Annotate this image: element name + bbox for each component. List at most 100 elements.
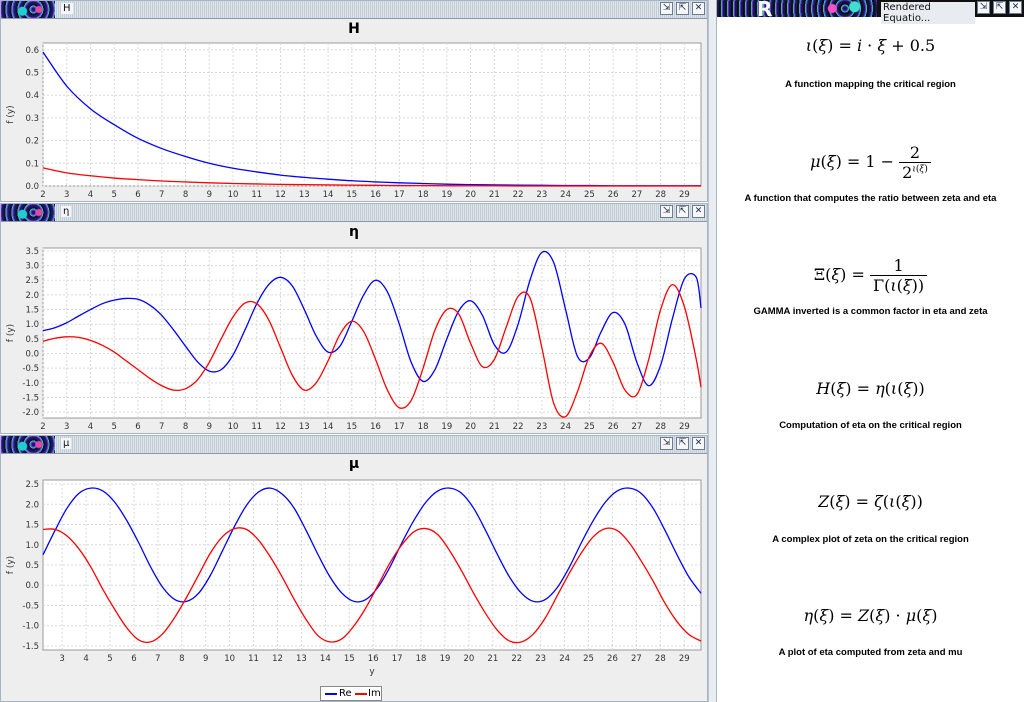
restore-icon[interactable]: ⇲: [660, 205, 673, 218]
chart-window-mu: μ ⇲ ⇱ ✕ μ 3 4 5 6 7 8 9 10 11 12 13 14 15 16 17 18 19 20 2…: [0, 435, 708, 702]
x-tick-label: 2: [40, 190, 45, 200]
x-tick-label: 10: [228, 422, 239, 432]
x-tick-label: 13: [296, 654, 307, 664]
y-tick-label: 2.0: [25, 291, 39, 301]
x-tick-label: 8: [183, 190, 188, 200]
window-title: μ: [61, 438, 72, 449]
fraction: 2 2ι(ξ): [899, 143, 931, 182]
x-tick-label: 29: [679, 190, 690, 200]
x-tick-label: 15: [344, 654, 355, 664]
x-tick-label: 9: [203, 654, 208, 664]
restore-icon[interactable]: ⇲: [660, 2, 673, 15]
chart-area: η 2 3 4 5 6 7 8 9 10 11 12 13 14 15 16 17 18 19 20 21 22 23 24…: [1, 222, 707, 433]
window-splitter[interactable]: [708, 0, 716, 702]
y-tick-label: -2.0: [22, 408, 39, 418]
window-titlebar[interactable]: μ ⇲ ⇱ ✕: [1, 436, 707, 454]
x-tick-label: 21: [487, 654, 498, 664]
y-tick-label: 1.5: [25, 306, 39, 316]
window-titlebar[interactable]: η ⇲ ⇱ ✕: [1, 204, 707, 222]
y-tick-label: 1.5: [25, 521, 39, 531]
x-tick-label: 5: [112, 422, 117, 432]
legend-im-label: Im: [368, 688, 381, 699]
y-tick-label: -1.0: [22, 622, 39, 632]
rendered-equations-panel: R Rendered Equatio... ⇲ ⇱ ✕ ι(ξ) = i · ξ…: [716, 0, 1024, 702]
app-icon: [1, 204, 55, 221]
legend-re-swatch: [325, 693, 337, 695]
equation-description: A function mapping the critical region: [785, 79, 956, 90]
x-tick-label: 20: [465, 190, 476, 200]
close-icon[interactable]: ✕: [692, 205, 705, 218]
x-tick-label: 23: [536, 190, 547, 200]
x-tick-label: 19: [441, 190, 452, 200]
x-tick-label: 28: [655, 190, 666, 200]
x-tick-label: 15: [346, 422, 357, 432]
chart-area: μ 3 4 5 6 7 8 9 10 11 12 13 14 15 16 17 18 19 20 21 22 23 24 2…: [1, 454, 707, 701]
x-tick-label: 16: [370, 190, 381, 200]
x-tick-label: 21: [489, 190, 500, 200]
chart-mu: 3 4 5 6 7 8 9 10 11 12 13 14 15 16 17 18 19 20 21 22 23 24 25 2…: [6, 479, 702, 677]
legend-re-label: Re: [339, 688, 352, 699]
x-tick-label: 25: [584, 422, 595, 432]
restore-icon[interactable]: ⇲: [660, 437, 673, 450]
fraction: 1 Γ(ι(ξ)): [869, 256, 928, 295]
window-titlebar[interactable]: H ⇲ ⇱ ✕: [1, 1, 707, 19]
x-tick-label: 23: [535, 654, 546, 664]
close-icon[interactable]: ✕: [692, 2, 705, 15]
maximize-icon[interactable]: ⇱: [676, 2, 689, 15]
x-tick-label: 4: [83, 654, 88, 664]
x-tick-label: 24: [560, 422, 571, 432]
close-icon[interactable]: ✕: [1009, 1, 1022, 14]
x-tick-label: 17: [394, 422, 405, 432]
y-axis-label: f (y): [6, 324, 16, 342]
x-tick-label: 5: [107, 654, 112, 664]
y-axis-label: f (y): [6, 556, 16, 574]
y-tick-label: 0.0: [25, 581, 39, 591]
x-tick-label: 3: [64, 190, 69, 200]
restore-icon[interactable]: ⇲: [977, 1, 990, 14]
window-titlebar[interactable]: R Rendered Equatio... ⇲ ⇱ ✕: [717, 0, 1024, 24]
x-tick-label: 8: [179, 654, 184, 664]
x-tick-label: 12: [275, 190, 286, 200]
x-tick-label: 6: [135, 422, 140, 432]
x-tick-label: 28: [655, 422, 666, 432]
x-tick-label: 3: [59, 654, 64, 664]
close-icon[interactable]: ✕: [692, 437, 705, 450]
y-tick-label: 0.4: [25, 91, 39, 101]
app-icon: [1, 436, 55, 453]
maximize-icon[interactable]: ⇱: [993, 1, 1006, 14]
y-tick-label: 0.0: [25, 350, 39, 360]
equation-h: H(ξ) = η(ι(ξ)): [816, 379, 925, 398]
x-tick-label: 20: [465, 422, 476, 432]
y-tick-label: -1.5: [22, 393, 39, 403]
x-tick-label: 13: [299, 190, 310, 200]
equation-iota: ι(ξ) = i · ξ + 0.5: [805, 36, 936, 55]
x-tick-label: 6: [135, 190, 140, 200]
y-tick-label: 1.0: [25, 320, 39, 330]
maximize-icon[interactable]: ⇱: [676, 205, 689, 218]
chart-h: 2 3 4 5 6 7 8 9 10 11 12 13 14 15 16 17 18 19 20 21 22 23 24 25…: [6, 42, 702, 200]
plot-area: [42, 247, 702, 419]
x-tick-label: 27: [631, 422, 642, 432]
y-tick-label: 0.1: [25, 159, 39, 169]
x-tick-label: 16: [370, 422, 381, 432]
maximize-icon[interactable]: ⇱: [676, 437, 689, 450]
y-tick-label: 1.0: [25, 541, 39, 551]
equation-description: Computation of eta on the critical regio…: [779, 420, 962, 431]
x-tick-label: 10: [224, 654, 235, 664]
equation-mu: μ(ξ) = 1 − 2 2ι(ξ): [717, 143, 1024, 182]
x-tick-label: 12: [275, 422, 286, 432]
x-tick-label: 7: [159, 190, 164, 200]
y-axis-label: f (y): [6, 105, 16, 123]
equation-description: GAMMA inverted is a common factor in eta…: [753, 306, 988, 317]
x-tick-label: 10: [228, 190, 239, 200]
equation-eta: η(ξ) = Z(ξ) · μ(ξ): [803, 606, 938, 625]
x-tick-label: 5: [112, 190, 117, 200]
chart-window-eta: η ⇲ ⇱ ✕ η 2 3 4 5 6 7 8 9 10 11 12 13 14 15 16 17 18 19 20…: [0, 203, 708, 434]
x-tick-label: 18: [416, 654, 427, 664]
x-tick-label: 14: [320, 654, 331, 664]
x-tick-label: 29: [679, 422, 690, 432]
app-icon: [1, 1, 55, 18]
y-tick-label: 2.5: [25, 276, 39, 286]
y-tick-label: 3.5: [25, 247, 39, 257]
x-tick-label: 13: [299, 422, 310, 432]
